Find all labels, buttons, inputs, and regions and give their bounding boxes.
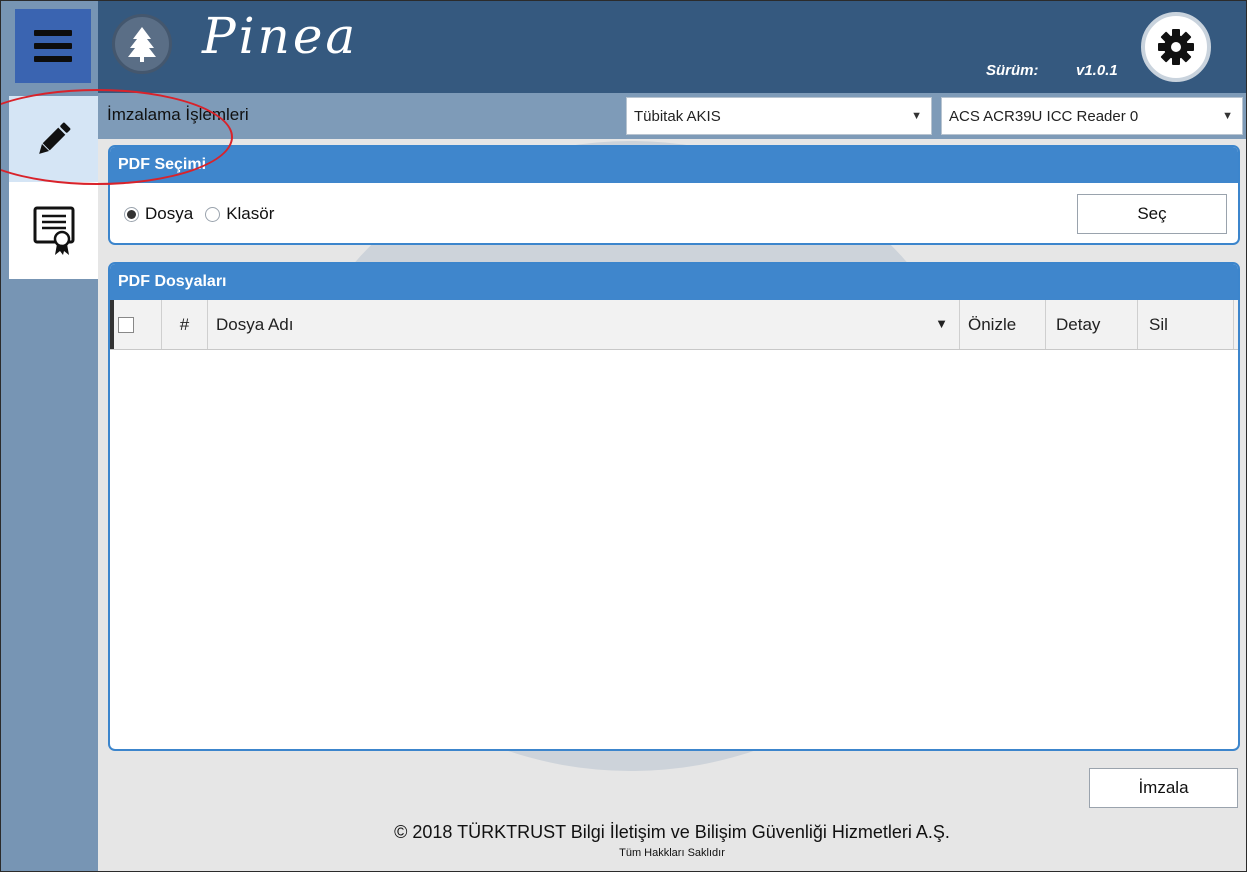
- source-radio-group: Dosya Klasör: [124, 204, 286, 224]
- footer-rights: Tüm Hakkları Saklıdır: [619, 847, 725, 859]
- filter-icon[interactable]: ▼: [935, 316, 948, 331]
- certificate-icon: [33, 206, 74, 255]
- column-number[interactable]: #: [162, 300, 208, 349]
- select-all-checkbox[interactable]: [118, 316, 134, 333]
- select-button[interactable]: Seç: [1077, 194, 1227, 234]
- pdf-selection-title: PDF Seçimi: [110, 147, 1238, 183]
- radio-file-label[interactable]: Dosya: [145, 204, 193, 224]
- version-value: v1.0.1: [1076, 62, 1118, 79]
- app-logo: [112, 14, 172, 74]
- radio-folder-label[interactable]: Klasör: [226, 204, 274, 224]
- column-file-name[interactable]: Dosya Adı ▼: [208, 300, 960, 349]
- nav-certificates[interactable]: [9, 182, 98, 279]
- column-detail[interactable]: Detay: [1046, 300, 1138, 349]
- sign-button[interactable]: İmzala: [1089, 768, 1238, 808]
- version-label: Sürüm:: [986, 62, 1039, 79]
- settings-button[interactable]: [1141, 12, 1211, 82]
- reader-value: ACS ACR39U ICC Reader 0: [949, 107, 1139, 125]
- app-window: Pinea Sürüm: v1.0.1 İmzalama İşlemleri T…: [0, 0, 1247, 872]
- reader-select[interactable]: ACS ACR39U ICC Reader 0 ▼: [941, 97, 1243, 135]
- pdf-selection-panel: PDF Seçimi Dosya Klasör Seç: [108, 145, 1240, 245]
- column-preview[interactable]: Önizle: [960, 300, 1046, 349]
- column-file-name-label: Dosya Adı: [216, 314, 294, 334]
- section-title: İmzalama İşlemleri: [107, 105, 249, 124]
- gear-icon: [1158, 29, 1194, 65]
- dropdown-arrow-icon: ▼: [911, 110, 922, 122]
- select-all-column: [110, 300, 162, 349]
- radio-file[interactable]: [124, 206, 139, 222]
- pdf-files-title: PDF Dosyaları: [110, 264, 1238, 300]
- operations-bar: İmzalama İşlemleri Tübitak AKIS ▼ ACS AC…: [98, 93, 1246, 139]
- files-table-header: # Dosya Adı ▼ Önizle Detay Sil: [110, 300, 1238, 350]
- pdf-files-panel: PDF Dosyaları # Dosya Adı ▼ Önizle Detay…: [108, 262, 1240, 751]
- pencil-icon: [38, 122, 70, 154]
- dropdown-arrow-icon: ▼: [1222, 110, 1233, 122]
- nav-signing[interactable]: [9, 96, 98, 182]
- app-name: Pinea: [202, 7, 359, 65]
- sidebar: [1, 1, 98, 871]
- footer-copyright: © 2018 TÜRKTRUST Bilgi İletişim ve Biliş…: [394, 822, 950, 842]
- radio-folder[interactable]: [205, 206, 221, 222]
- card-type-select[interactable]: Tübitak AKIS ▼: [626, 97, 932, 135]
- column-delete[interactable]: Sil: [1138, 300, 1234, 349]
- pine-tree-icon: [128, 27, 156, 62]
- app-header: Pinea Sürüm: v1.0.1: [98, 1, 1246, 93]
- hamburger-menu-icon: [34, 30, 72, 36]
- hamburger-menu-button[interactable]: [15, 9, 91, 83]
- card-type-value: Tübitak AKIS: [634, 107, 721, 125]
